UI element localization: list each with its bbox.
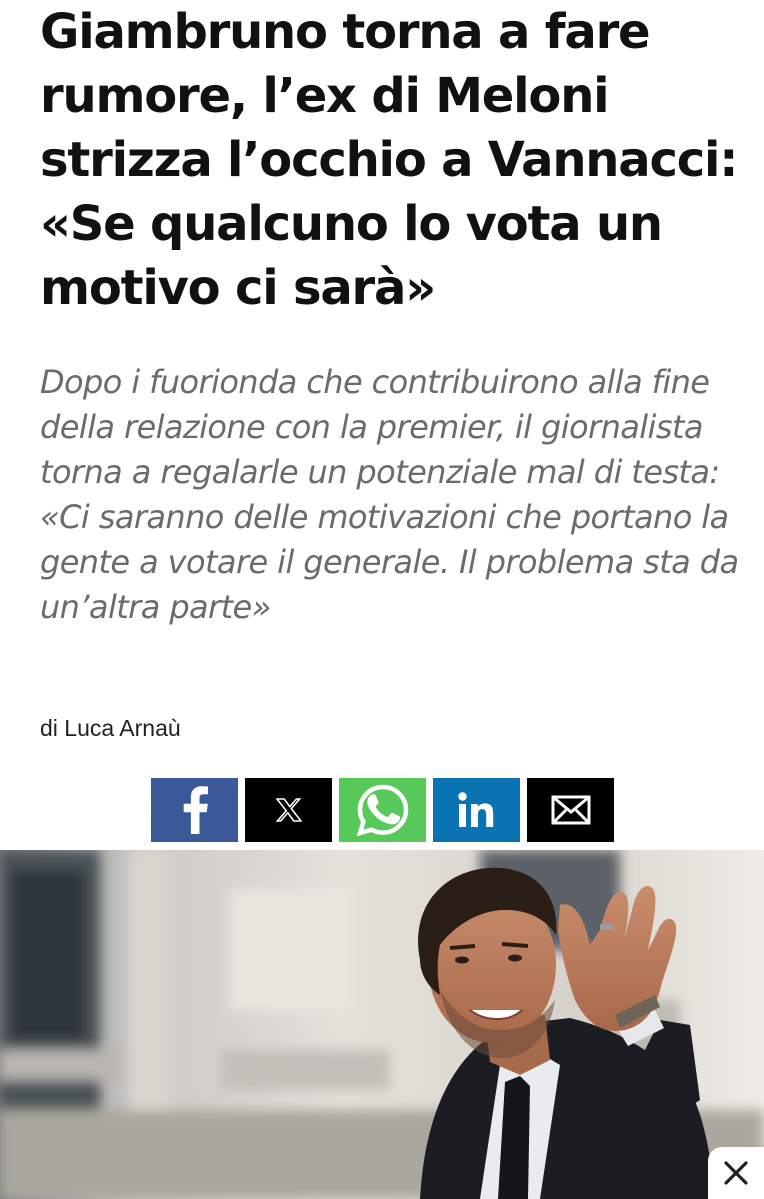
photo-man-waving bbox=[0, 850, 764, 1199]
share-whatsapp-button[interactable] bbox=[339, 778, 426, 842]
facebook-icon bbox=[183, 786, 208, 834]
article-byline: di Luca Arnaù bbox=[40, 715, 181, 741]
x-icon bbox=[275, 798, 302, 822]
share-email-button[interactable] bbox=[527, 778, 614, 842]
share-linkedin-button[interactable] bbox=[433, 778, 520, 842]
close-icon bbox=[724, 1161, 748, 1185]
close-button[interactable] bbox=[708, 1147, 764, 1199]
whatsapp-icon bbox=[356, 784, 408, 837]
article-subtitle: Dopo i fuorionda che contribuirono alla … bbox=[40, 363, 739, 626]
hero-image bbox=[0, 850, 764, 1199]
linkedin-icon bbox=[457, 792, 493, 827]
email-icon bbox=[551, 795, 590, 825]
share-facebook-button[interactable] bbox=[151, 778, 238, 842]
share-x-button[interactable] bbox=[245, 778, 332, 842]
article-headline: Giambruno torna a fare rumore, l’ex di M… bbox=[40, 4, 738, 316]
share-bar bbox=[151, 778, 614, 842]
